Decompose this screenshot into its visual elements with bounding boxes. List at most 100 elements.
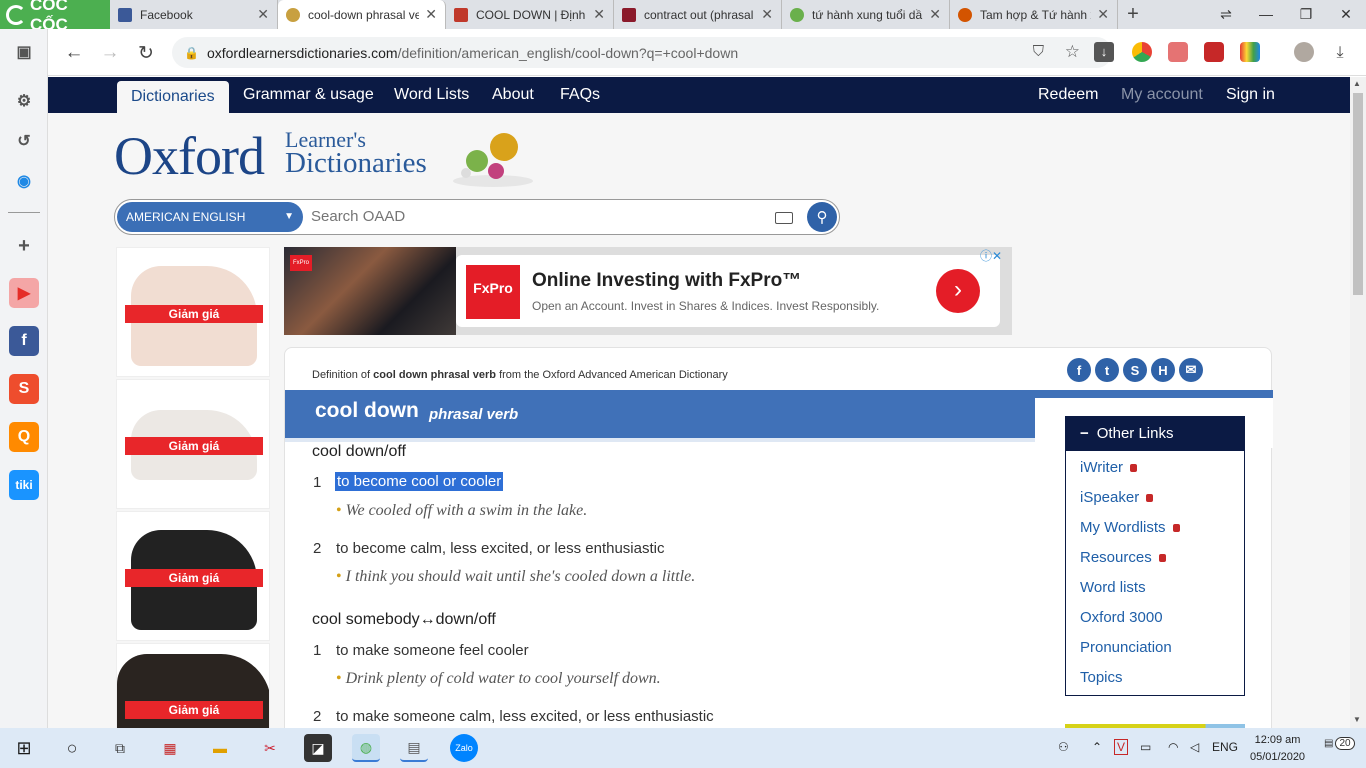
other-links-header[interactable]: − Other Links <box>1066 417 1244 451</box>
taskbar-app-icon[interactable]: ▦ <box>156 734 184 762</box>
calculator-icon[interactable]: ▤ <box>400 734 428 762</box>
nav-dictionaries[interactable]: Dictionaries <box>117 81 229 113</box>
star-bookmark-icon[interactable]: ☆ <box>1065 42 1080 62</box>
banner-arrow-button[interactable]: › <box>936 269 980 313</box>
add-sidebar-app-icon[interactable]: + <box>9 231 39 261</box>
nav-redeem[interactable]: Redeem <box>1024 77 1112 113</box>
extension-color-icon[interactable] <box>1240 42 1260 62</box>
link-my-wordlists[interactable]: My Wordlists <box>1080 519 1180 536</box>
forward-button[interactable]: → <box>96 39 124 67</box>
nav-faqs[interactable]: FAQs <box>546 77 614 113</box>
browser-brand[interactable]: CỐC CỐC <box>0 0 110 34</box>
link-iwriter[interactable]: iWriter <box>1080 459 1138 476</box>
back-button[interactable]: ← <box>60 39 88 67</box>
file-explorer-icon[interactable]: ▬ <box>206 734 234 762</box>
scrollbar-thumb[interactable] <box>1353 93 1363 295</box>
sticky-notes-icon[interactable]: ◪ <box>304 734 332 762</box>
digg-share-icon[interactable]: H <box>1151 358 1175 382</box>
stumbleupon-share-icon[interactable]: S <box>1123 358 1147 382</box>
facebook-sidebar-icon[interactable]: f <box>9 326 39 356</box>
notification-center-icon[interactable]: ▤ 20 <box>1324 737 1355 750</box>
tab-tu-hanh-xung[interactable]: tứ hành xung tuổi dầ ✕ <box>782 0 950 29</box>
tab-contract-out[interactable]: contract out (phrasal ✕ <box>614 0 782 29</box>
tray-chevron-icon[interactable]: ⌃ <box>1092 740 1102 754</box>
banner-subline: Open an Account. Invest in Shares & Indi… <box>532 299 880 313</box>
windows-start-icon[interactable]: ⊞ <box>10 734 38 762</box>
tab-cool-down[interactable]: cool-down phrasal ve ✕ <box>278 0 446 29</box>
extension-shield-icon[interactable] <box>1168 42 1188 62</box>
shopee-icon[interactable]: S <box>9 374 39 404</box>
reload-button[interactable]: ↻ <box>132 39 160 67</box>
ad-product-4[interactable]: Giảm giá <box>116 643 270 728</box>
ad-product-2[interactable]: Giảm giá <box>116 379 270 509</box>
people-icon[interactable]: ⚇ <box>1058 740 1069 754</box>
tab-search-icon[interactable]: ⇌ <box>1206 0 1246 29</box>
task-view-icon[interactable]: ⧉ <box>106 734 134 762</box>
shield-icon[interactable]: ⛉ <box>1033 43 1044 60</box>
settings-gear-icon[interactable]: ⚙ <box>9 86 39 116</box>
extension-red-icon[interactable] <box>1204 42 1224 62</box>
close-tab-icon[interactable]: ✕ <box>929 6 941 23</box>
download-page-icon[interactable]: ↓ <box>1094 42 1114 62</box>
extension-chrome-icon[interactable] <box>1132 42 1152 62</box>
snipping-tool-icon[interactable]: ✂ <box>256 734 284 762</box>
lock-icon <box>1172 524 1180 532</box>
search-circle-icon[interactable]: ○ <box>58 734 86 762</box>
banner-ad-choices-icon[interactable]: ⓘ✕ <box>980 247 1002 264</box>
search-sidebar-icon[interactable]: Q <box>9 422 39 452</box>
link-oxford-3000[interactable]: Oxford 3000 <box>1080 609 1163 626</box>
facebook-share-icon[interactable]: f <box>1067 358 1091 382</box>
tab-cool-down-cambridge[interactable]: COOL DOWN | Định ng✕ <box>446 0 614 29</box>
close-tab-icon[interactable]: ✕ <box>761 6 773 23</box>
page-scrollbar[interactable]: ▲ ▼ <box>1350 77 1366 728</box>
scroll-down-icon[interactable]: ▼ <box>1353 715 1361 724</box>
coccoc-taskbar-icon[interactable]: ◍ <box>352 734 380 762</box>
link-word-lists[interactable]: Word lists <box>1080 579 1146 596</box>
volume-icon[interactable]: ◁ <box>1190 740 1199 754</box>
battery-icon[interactable]: ▭ <box>1140 740 1151 754</box>
search-bar: AMERICAN ENGLISH▼ ⚲ <box>114 199 840 235</box>
twitter-share-icon[interactable]: t <box>1095 358 1119 382</box>
link-ispeaker[interactable]: iSpeaker <box>1080 489 1154 506</box>
tab-facebook[interactable]: Facebook ✕ <box>110 0 278 29</box>
tiki-icon[interactable]: tiki <box>9 470 39 500</box>
minimize-button[interactable]: — <box>1246 0 1286 29</box>
omnibox[interactable]: 🔒 oxfordlearnersdictionaries.com/definit… <box>172 37 1114 68</box>
nav-sign-in[interactable]: Sign in <box>1212 77 1289 113</box>
ad-product-3[interactable]: Giảm giá <box>116 511 270 641</box>
close-tab-icon[interactable]: ✕ <box>593 6 605 23</box>
nav-word-lists[interactable]: Word Lists <box>380 77 483 113</box>
banner-ad[interactable]: FxPro FxPro Online Investing with FxPro™… <box>284 247 1012 335</box>
sidebar-toggle-icon[interactable]: ▣ <box>9 37 39 67</box>
nav-grammar-usage[interactable]: Grammar & usage <box>229 77 388 113</box>
clock[interactable]: 12:09 am 05/01/2020 <box>1250 732 1305 766</box>
keyboard-icon[interactable] <box>775 212 793 224</box>
restore-button[interactable]: ❐ <box>1286 0 1326 29</box>
scroll-up-icon[interactable]: ▲ <box>1353 79 1361 88</box>
tab-tam-hop[interactable]: Tam hợp & Tứ hành x ✕ <box>950 0 1118 29</box>
search-button[interactable]: ⚲ <box>807 202 837 232</box>
search-input[interactable] <box>311 208 751 225</box>
close-tab-icon[interactable]: ✕ <box>1097 6 1109 23</box>
link-topics[interactable]: Topics <box>1080 669 1123 686</box>
profile-avatar[interactable] <box>1294 42 1314 62</box>
youtube-icon[interactable]: ▶ <box>9 278 39 308</box>
downloads-icon[interactable]: ⤓ <box>1326 39 1354 67</box>
language-indicator[interactable]: ENG <box>1212 740 1238 754</box>
wifi-icon[interactable]: ◠ <box>1168 740 1178 754</box>
close-tab-icon[interactable]: ✕ <box>257 6 269 23</box>
close-tab-icon[interactable]: ✕ <box>425 6 437 23</box>
link-resources[interactable]: Resources <box>1080 549 1166 566</box>
ad-product-1[interactable]: Giảm giá <box>116 247 270 377</box>
close-window-button[interactable]: ✕ <box>1326 0 1366 29</box>
history-icon[interactable]: ↺ <box>9 126 39 156</box>
email-share-icon[interactable]: ✉ <box>1179 358 1203 382</box>
messenger-icon[interactable]: ◉ <box>9 166 39 196</box>
dictionary-select[interactable]: AMERICAN ENGLISH ▼ <box>117 202 303 232</box>
v-app-icon[interactable]: V <box>1114 739 1129 755</box>
link-pronunciation[interactable]: Pronunciation <box>1080 639 1172 656</box>
nav-about[interactable]: About <box>478 77 548 113</box>
nav-my-account[interactable]: My account <box>1107 77 1217 113</box>
new-tab-button[interactable]: + <box>1118 0 1148 29</box>
zalo-icon[interactable]: Zalo <box>450 734 478 762</box>
